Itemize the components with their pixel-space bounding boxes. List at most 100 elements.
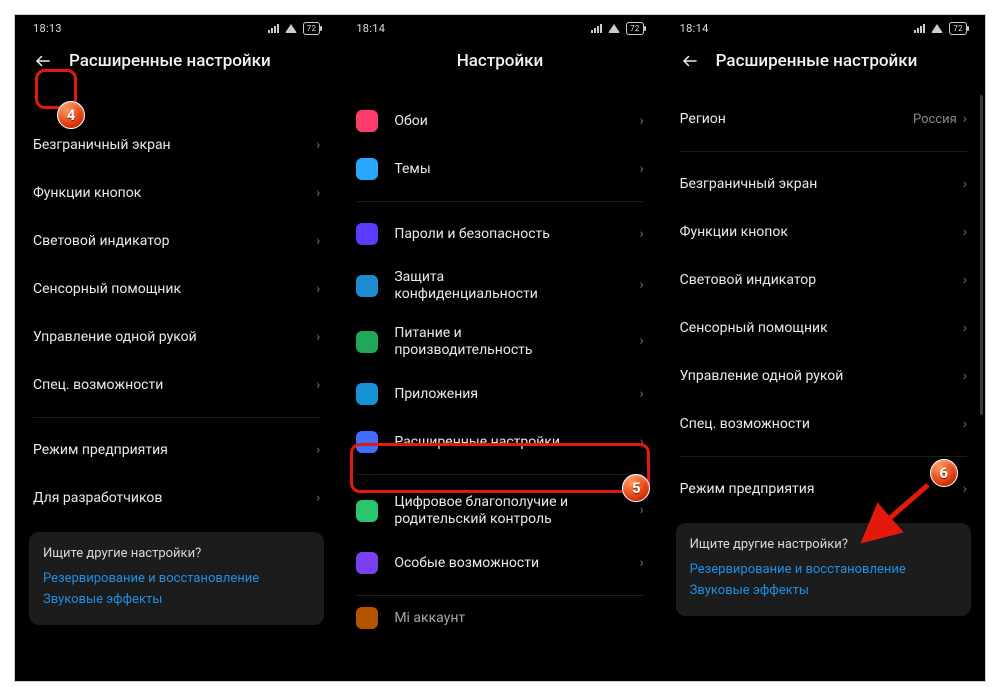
divider [33,417,320,418]
status-time: 18:14 [680,22,709,35]
chevron-right-icon: › [639,333,643,351]
row-button-functions[interactable]: Функции кнопок› [15,169,338,217]
row-special-features[interactable]: Особые возможности› [338,539,661,587]
row-accessibility[interactable]: Спец. возможности› [15,361,338,409]
row-privacy[interactable]: Защита конфиденциальности› [338,258,661,314]
arrow-left-icon [34,52,52,70]
scrollbar[interactable] [980,95,983,415]
row-led[interactable]: Световой индикатор› [662,256,985,304]
chevron-right-icon: › [639,113,643,129]
signal-icon [591,23,602,33]
battery-icon: 72 [303,22,321,35]
link-sound-effects[interactable]: Звуковые эффекты [690,583,957,598]
wifi-icon [285,24,297,33]
row-one-handed[interactable]: Управление одной рукой› [15,313,338,361]
row-label: Регион [680,111,726,127]
row-led[interactable]: Световой индикатор› [15,217,338,265]
chevron-right-icon: › [316,490,320,506]
row-quick-ball[interactable]: Сенсорный помощник› [662,304,985,352]
row-themes[interactable]: Темы› [338,145,661,193]
row-passwords-security[interactable]: Пароли и безопасность› [338,210,661,258]
suggestions-card: Ищите другие настройки? Резервирование и… [676,523,971,616]
battery-icon: 72 [949,22,967,35]
suggestions-title: Ищите другие настройки? [690,537,957,552]
row-region[interactable]: Регион Россия › [662,95,985,143]
chevron-right-icon: › [963,416,967,432]
row-digital-wellbeing[interactable]: Цифровое благополучие и родительский кон… [338,483,661,539]
chevron-right-icon: › [316,185,320,201]
row-one-handed[interactable]: Управление одной рукой› [662,352,985,400]
row-additional-settings[interactable]: Расширенные настройки› [338,418,661,466]
back-button[interactable] [33,51,53,71]
header: Настройки [338,41,661,87]
chevron-right-icon: › [963,272,967,288]
battery-icon: 72 [626,22,644,35]
suggestions-title: Ищите другие настройки? [43,546,310,561]
wellbeing-icon [356,500,378,522]
shield-icon [356,275,378,297]
chevron-right-icon: › [639,226,643,242]
screen-settings: 18:14 72 Настройки Обои› Темы› Пароли и … [338,15,661,681]
divider [356,595,643,596]
screen-advanced-settings-2: 18:14 72 Расширенные настройки Регион Ро… [662,15,985,681]
special-icon [356,552,378,574]
page-title: Настройки [457,51,544,71]
wifi-icon [931,24,943,33]
chevron-right-icon: › [963,224,967,240]
row-apps[interactable]: Приложения› [338,370,661,418]
fingerprint-icon [356,223,378,245]
mi-icon [356,607,378,629]
arrow-left-icon [681,52,699,70]
row-wallpaper[interactable]: Обои› [338,97,661,145]
wallpaper-icon [356,110,378,132]
chevron-right-icon: › [316,281,320,297]
divider [680,151,967,152]
signal-icon [268,23,279,33]
link-backup-restore[interactable]: Резервирование и восстановление [43,571,310,586]
divider [680,456,967,457]
row-battery-perf[interactable]: Питание и производительность› [338,314,661,370]
chevron-right-icon: › [963,111,967,127]
page-title: Расширенные настройки [716,51,918,71]
row-quick-ball[interactable]: Сенсорный помощник› [15,265,338,313]
chevron-right-icon: › [316,137,320,153]
row-accessibility[interactable]: Спец. возможности› [662,400,985,448]
back-button[interactable] [680,51,700,71]
battery-icon [356,331,378,353]
status-time: 18:13 [33,22,62,35]
link-backup-restore[interactable]: Резервирование и восстановление [690,562,957,577]
chevron-right-icon: › [639,386,643,402]
status-bar: 18:14 72 [662,15,985,41]
themes-icon [356,158,378,180]
header: Расширенные настройки [15,41,338,87]
header: Расширенные настройки [662,41,985,87]
screen-advanced-settings-1: 18:13 72 Расширенные настройки Безгранич… [15,15,338,681]
wifi-icon [608,24,620,33]
step-badge-6: 6 [930,459,958,487]
divider [356,201,643,202]
row-mi-account[interactable]: Mi аккаунт [338,604,661,632]
row-fullscreen[interactable]: Безграничный экран› [15,121,338,169]
step-badge-4: 4 [57,101,85,129]
chevron-right-icon: › [639,277,643,295]
chevron-right-icon: › [963,176,967,192]
page-title: Расширенные настройки [69,51,271,71]
chevron-right-icon: › [316,329,320,345]
row-fullscreen[interactable]: Безграничный экран› [662,160,985,208]
row-enterprise[interactable]: Режим предприятия› [15,426,338,474]
row-button-functions[interactable]: Функции кнопок› [662,208,985,256]
link-sound-effects[interactable]: Звуковые эффекты [43,592,310,607]
row-value: Россия [913,112,963,127]
row-developer[interactable]: Для разработчиков› [15,474,338,522]
chevron-right-icon: › [639,502,643,520]
chevron-right-icon: › [316,442,320,458]
status-time: 18:14 [356,22,385,35]
status-bar: 18:14 72 [338,15,661,41]
status-bar: 18:13 72 [15,15,338,41]
more-icon [356,431,378,453]
apps-icon [356,383,378,405]
chevron-right-icon: › [639,161,643,177]
chevron-right-icon: › [963,320,967,336]
suggestions-card: Ищите другие настройки? Резервирование и… [29,532,324,625]
chevron-right-icon: › [963,481,967,497]
